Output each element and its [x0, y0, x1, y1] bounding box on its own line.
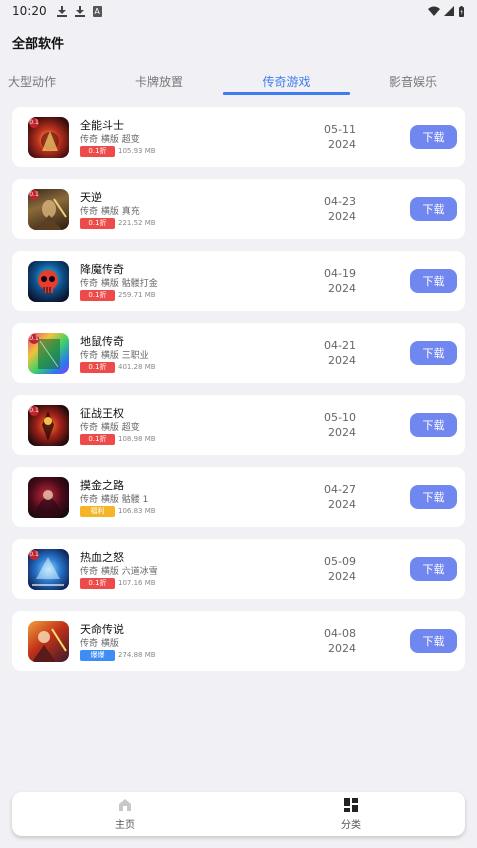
- app-size: 108.98 MB: [118, 435, 156, 443]
- release-date: 05-10: [324, 411, 356, 424]
- app-tags: 传奇 横版 骷髅 1: [80, 495, 149, 505]
- app-tags: 传奇 横版 骷髅打金: [80, 279, 158, 289]
- category-icon: [344, 798, 358, 812]
- gold-road-game-icon[interactable]: [28, 477, 69, 518]
- nav-home[interactable]: 主页: [85, 792, 165, 836]
- boost-badge: 爆爆: [80, 650, 115, 661]
- rage-game-icon[interactable]: 0.1: [28, 549, 69, 590]
- release-year: 2024: [328, 642, 356, 655]
- app-tags: 传奇 横版 三职业: [80, 351, 149, 361]
- tianni-game-icon[interactable]: 0.1: [28, 189, 69, 230]
- bottom-nav: 主页 分类: [12, 792, 465, 836]
- discount-badge: 0.1折: [80, 290, 115, 301]
- app-size: 259.71 MB: [118, 291, 156, 299]
- app-size: 274.88 MB: [118, 651, 156, 659]
- app-tags: 传奇 横版 超变: [80, 135, 140, 145]
- gopher-game-icon[interactable]: 0.1: [28, 333, 69, 374]
- release-date: 05-11: [324, 123, 356, 136]
- tab-active-indicator: [223, 92, 350, 95]
- app-size: 107.16 MB: [118, 579, 156, 587]
- app-size: 221.52 MB: [118, 219, 156, 227]
- release-year: 2024: [328, 426, 356, 439]
- release-year: 2024: [328, 354, 356, 367]
- status-time: 10:20: [12, 4, 47, 18]
- app-name: 降魔传奇: [80, 263, 124, 276]
- list-item[interactable]: 0.1 全能斗士 传奇 横版 超变 0.1折 105.93 MB 05-11 2…: [12, 107, 465, 167]
- list-item[interactable]: 0.1 征战王权 传奇 横版 超变 0.1折 108.98 MB 05-10 2…: [12, 395, 465, 455]
- home-icon: [119, 799, 131, 811]
- discount-badge: 0.1折: [80, 146, 115, 157]
- app-name: 征战王权: [80, 407, 124, 420]
- skull-game-icon[interactable]: [28, 261, 69, 302]
- download-button[interactable]: 下载: [410, 485, 457, 509]
- app-size: 401.28 MB: [118, 363, 156, 371]
- list-item[interactable]: 摸金之路 传奇 横版 骷髅 1 福利 106.83 MB 04-27 2024 …: [12, 467, 465, 527]
- list-item[interactable]: 0.1 热血之怒 传奇 横版 六道冰雪 0.1折 107.16 MB 05-09…: [12, 539, 465, 599]
- a-notification-icon: A: [92, 5, 102, 17]
- app-name: 热血之怒: [80, 551, 124, 564]
- app-name: 天命传说: [80, 623, 124, 636]
- app-tags: 传奇 横版 超变: [80, 423, 140, 433]
- app-tags: 传奇 横版 真充: [80, 207, 140, 217]
- release-date: 04-08: [324, 627, 356, 640]
- kingship-game-icon[interactable]: 0.1: [28, 405, 69, 446]
- download-button[interactable]: 下载: [410, 341, 457, 365]
- tab-media[interactable]: 影音娱乐: [378, 68, 448, 94]
- release-date: 04-21: [324, 339, 356, 352]
- download-button[interactable]: 下载: [410, 413, 457, 437]
- app-name: 地鼠传奇: [80, 335, 124, 348]
- download-button[interactable]: 下载: [410, 557, 457, 581]
- discount-badge: 0.1折: [80, 362, 115, 373]
- release-date: 04-23: [324, 195, 356, 208]
- release-date: 04-27: [324, 483, 356, 496]
- release-year: 2024: [328, 210, 356, 223]
- release-year: 2024: [328, 570, 356, 583]
- list-item[interactable]: 降魔传奇 传奇 横版 骷髅打金 0.1折 259.71 MB 04-19 202…: [12, 251, 465, 311]
- welfare-badge: 福利: [80, 506, 115, 517]
- release-date: 05-09: [324, 555, 356, 568]
- discount-badge: 0.1折: [80, 218, 115, 229]
- signal-icon: [444, 6, 454, 16]
- release-year: 2024: [328, 138, 356, 151]
- tab-card[interactable]: 卡牌放置: [124, 68, 194, 94]
- download-button[interactable]: 下载: [410, 197, 457, 221]
- discount-badge: 0.1折: [80, 578, 115, 589]
- fighter-game-icon[interactable]: 0.1: [28, 117, 69, 158]
- tab-legend[interactable]: 传奇游戏: [223, 68, 350, 94]
- battery-icon: [459, 5, 464, 17]
- release-year: 2024: [328, 498, 356, 511]
- release-year: 2024: [328, 282, 356, 295]
- release-date: 04-19: [324, 267, 356, 280]
- discount-badge: 0.1折: [80, 434, 115, 445]
- download-notification-icon: [56, 5, 67, 17]
- category-tabs: 大型动作 卡牌放置 传奇游戏 影音娱乐: [0, 68, 477, 95]
- app-size: 106.83 MB: [118, 507, 156, 515]
- destiny-game-icon[interactable]: [28, 621, 69, 662]
- app-tags: 传奇 横版 六道冰雪: [80, 567, 158, 577]
- nav-category-label: 分类: [341, 820, 361, 831]
- app-name: 摸金之路: [80, 479, 124, 492]
- download-button[interactable]: 下载: [410, 629, 457, 653]
- list-item[interactable]: 0.1 地鼠传奇 传奇 横版 三职业 0.1折 401.28 MB 04-21 …: [12, 323, 465, 383]
- nav-category[interactable]: 分类: [311, 792, 391, 836]
- list-item[interactable]: 0.1 天逆 传奇 横版 真充 0.1折 221.52 MB 04-23 202…: [12, 179, 465, 239]
- app-size: 105.93 MB: [118, 147, 156, 155]
- app-name: 天逆: [80, 191, 102, 204]
- wifi-icon: [428, 6, 440, 16]
- status-bar: 10:20 A: [0, 0, 477, 22]
- download-button[interactable]: 下载: [410, 125, 457, 149]
- nav-home-label: 主页: [115, 820, 135, 831]
- page-title: 全部软件: [12, 37, 65, 52]
- download-notification-icon: [74, 5, 85, 17]
- app-name: 全能斗士: [80, 119, 124, 132]
- list-item[interactable]: 天命传说 传奇 横版 爆爆 274.88 MB 04-08 2024 下载: [12, 611, 465, 671]
- download-button[interactable]: 下载: [410, 269, 457, 293]
- app-tags: 传奇 横版: [80, 639, 119, 649]
- tab-action[interactable]: 大型动作: [0, 68, 64, 94]
